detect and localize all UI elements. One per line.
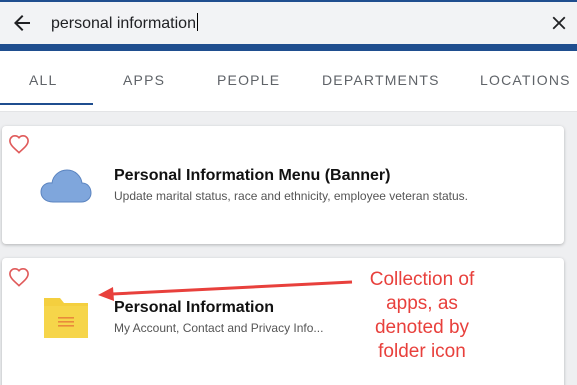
favorite-heart-icon[interactable] [8, 267, 30, 287]
active-tab-indicator [0, 103, 93, 105]
cloud-icon [40, 169, 92, 203]
result-subtitle: My Account, Contact and Privacy Info... [114, 321, 324, 335]
search-input[interactable]: personal information [51, 13, 198, 34]
result-subtitle: Update marital status, race and ethnicit… [114, 189, 468, 203]
result-title[interactable]: Personal Information [114, 299, 274, 317]
result-title[interactable]: Personal Information Menu (Banner) [114, 167, 390, 185]
result-card[interactable]: Personal Information Menu (Banner) Updat… [2, 126, 564, 244]
tab-departments[interactable]: DEPARTMENTS [322, 72, 440, 88]
folder-icon [44, 298, 88, 338]
tab-people[interactable]: PEOPLE [217, 72, 280, 88]
tab-bar: ALL APPS PEOPLE DEPARTMENTS LOCATIONS [0, 51, 577, 112]
tab-all[interactable]: ALL [29, 72, 58, 88]
scrollbar-track[interactable] [568, 112, 577, 385]
header-band [0, 44, 577, 51]
back-arrow-icon[interactable] [10, 11, 34, 35]
annotation-text: Collection of apps, as denoted by folder… [369, 269, 475, 362]
tab-apps[interactable]: APPS [123, 72, 165, 88]
text-caret [196, 13, 198, 31]
favorite-heart-icon[interactable] [8, 134, 30, 154]
tab-locations[interactable]: LOCATIONS [480, 72, 571, 88]
close-icon[interactable] [548, 12, 570, 34]
search-bar: personal information [0, 2, 577, 44]
